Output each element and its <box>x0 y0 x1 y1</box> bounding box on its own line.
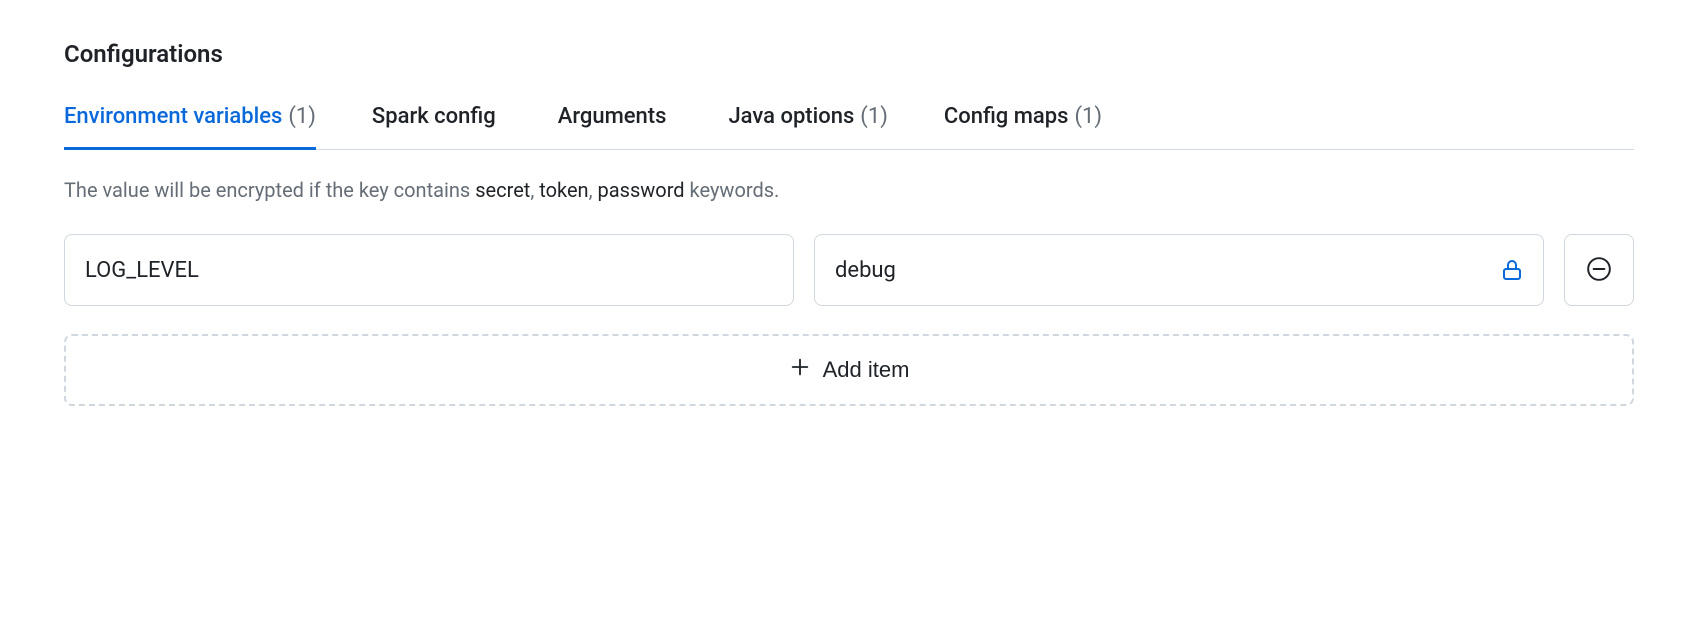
plus-icon <box>789 356 811 384</box>
tab-label: Java options <box>728 104 854 129</box>
env-value-field <box>814 234 1544 306</box>
env-key-field <box>64 234 794 306</box>
tab-arguments[interactable]: Arguments <box>558 104 673 150</box>
encryption-hint: The value will be encrypted if the key c… <box>64 178 1634 202</box>
tab-label: Arguments <box>558 104 667 129</box>
env-row <box>64 234 1634 306</box>
hint-sep: , <box>530 178 539 202</box>
hint-prefix: The value will be encrypted if the key c… <box>64 178 475 202</box>
tab-java-options[interactable]: Java options (1) <box>728 104 887 150</box>
env-value-input[interactable] <box>814 234 1544 306</box>
hint-suffix: keywords. <box>685 178 780 202</box>
add-item-button[interactable]: Add item <box>64 334 1634 406</box>
tab-count: (1) <box>860 104 888 129</box>
env-key-input[interactable] <box>64 234 794 306</box>
tab-label: Config maps <box>944 104 1069 129</box>
tab-count: (1) <box>1074 104 1102 129</box>
tab-environment-variables[interactable]: Environment variables (1) <box>64 104 316 150</box>
tab-spark-config[interactable]: Spark config <box>372 104 502 150</box>
tab-config-maps[interactable]: Config maps (1) <box>944 104 1102 150</box>
tab-label: Spark config <box>372 104 496 129</box>
add-item-label: Add item <box>823 357 910 383</box>
hint-sep: , <box>589 178 598 202</box>
tabs: Environment variables (1) Spark config A… <box>64 104 1634 150</box>
tab-label: Environment variables <box>64 104 282 129</box>
tab-count: (1) <box>288 104 316 129</box>
lock-icon[interactable] <box>1500 258 1524 282</box>
minus-circle-icon <box>1586 256 1612 285</box>
section-title: Configurations <box>64 40 1634 68</box>
hint-keyword-secret: secret <box>475 178 530 202</box>
hint-keyword-token: token <box>539 178 588 202</box>
hint-keyword-password: password <box>598 178 685 202</box>
remove-row-button[interactable] <box>1564 234 1634 306</box>
